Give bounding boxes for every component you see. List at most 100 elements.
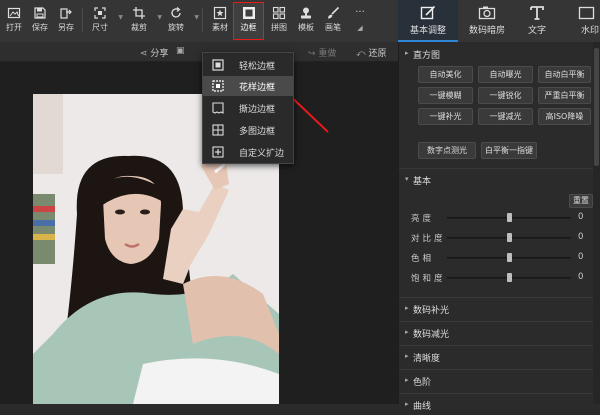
rotate-button[interactable]: 旋转 ▼	[162, 4, 199, 38]
adjustment-panel: ▸ 直方图 自动美化 自动曝光 自动白平衡 一键模糊 一键锐化 严重白平衡 一键…	[398, 42, 600, 412]
scrollbar-thumb[interactable]	[594, 48, 599, 166]
slider-thumb[interactable]	[507, 273, 512, 282]
clarity-section-header[interactable]: ▸ 清晰度	[399, 347, 593, 367]
save-as-icon	[59, 6, 73, 20]
collage-grid-icon	[272, 6, 286, 20]
collapse-arrow-icon: ▾	[405, 175, 409, 183]
size-label: 尺寸	[92, 23, 108, 32]
menu-item-fancy-border[interactable]: 花样边框	[203, 76, 293, 96]
text-t-icon	[528, 5, 546, 21]
compare-button[interactable]: ▣	[176, 46, 185, 56]
chevron-down-icon[interactable]: ▼	[194, 14, 199, 21]
one-click-fill-light-button[interactable]: 一键补光	[418, 108, 473, 125]
material-icon	[213, 6, 227, 20]
toolbar-divider	[82, 8, 83, 32]
auto-exposure-button[interactable]: 自动曝光	[478, 66, 533, 83]
chevron-down-icon[interactable]: ▼	[118, 14, 123, 21]
border-button[interactable]: 边框	[233, 2, 264, 40]
open-button[interactable]: 打开	[0, 4, 28, 38]
reset-button[interactable]: 重置	[569, 194, 593, 208]
tab-digital-darkroom[interactable]: 数码暗房	[458, 0, 516, 42]
auto-beautify-button[interactable]: 自动美化	[418, 66, 473, 83]
adjust-edit-icon	[419, 5, 437, 21]
spot-metering-button[interactable]: 数字点测光	[418, 142, 476, 159]
high-iso-denoise-button[interactable]: 高ISO降噪	[538, 108, 591, 125]
menu-item-easy-border[interactable]: 轻松边框	[203, 55, 293, 75]
tab-watermark[interactable]: 水印	[562, 0, 600, 42]
restore-button[interactable]: ⤺ 还原	[356, 46, 387, 59]
size-button[interactable]: 尺寸 ▼	[86, 4, 123, 38]
material-button[interactable]: 素材	[206, 4, 234, 38]
rotate-icon	[169, 6, 183, 20]
levels-section-header[interactable]: ▸ 色阶	[399, 371, 593, 391]
menu-item-custom-expand[interactable]: 自定义扩边	[203, 142, 293, 162]
tab-text[interactable]: 文字	[516, 0, 558, 42]
template-label: 模板	[298, 23, 314, 32]
share-button[interactable]: ⋖ 分享	[140, 46, 168, 59]
crop-button[interactable]: 裁剪 ▼	[125, 4, 162, 38]
material-label: 素材	[212, 23, 228, 32]
open-label: 打开	[6, 23, 22, 32]
section-divider	[399, 345, 593, 346]
digital-reduce-light-section-header[interactable]: ▸ 数码减光	[399, 323, 593, 343]
auto-white-balance-button[interactable]: 自动白平衡	[538, 66, 591, 83]
saturation-slider-row: 饱和度 0	[399, 270, 593, 286]
one-click-sharpen-button[interactable]: 一键锐化	[478, 87, 533, 104]
brush-icon	[326, 6, 340, 20]
menu-item-torn-border[interactable]: 撕边边框	[203, 98, 293, 118]
strict-white-balance-button[interactable]: 严重白平衡	[538, 87, 591, 104]
save-button[interactable]: 保存	[26, 4, 54, 38]
collage-button[interactable]: 拼图	[265, 4, 293, 38]
histogram-section-header[interactable]: ▸ 直方图	[399, 44, 593, 64]
canvas-action-bar: ⋖ 分享 ▣ ↪ 重做 ⤺ 还原	[0, 42, 398, 62]
resize-icon	[93, 6, 107, 20]
section-title: 色阶	[413, 378, 432, 388]
hue-slider-row: 色相 0	[399, 250, 593, 266]
basic-section-header[interactable]: ▾ 基本	[399, 170, 593, 190]
section-divider	[399, 168, 593, 169]
redo-label: 重做	[318, 49, 337, 59]
menu-item-label: 撕边边框	[239, 105, 276, 115]
tab-digital-darkroom-label: 数码暗房	[468, 26, 505, 36]
toolbar-divider	[202, 8, 203, 32]
tab-basic-adjust[interactable]: 基本调整	[398, 0, 458, 42]
restore-label: 还原	[368, 49, 387, 59]
panel-scrollbar[interactable]	[593, 42, 600, 404]
expand-arrow-icon: ▸	[405, 49, 409, 57]
share-label: 分享	[150, 49, 169, 59]
custom-frame-icon	[212, 146, 224, 158]
crop-label: 裁剪	[131, 23, 147, 32]
more-tools-button[interactable]: ··· ◢	[348, 4, 372, 38]
save-as-button[interactable]: 另存	[52, 4, 80, 38]
one-click-blur-button[interactable]: 一键模糊	[418, 87, 473, 104]
slider-label: 色相	[411, 254, 435, 264]
expand-arrow-icon: ▸	[405, 376, 409, 384]
basic-title: 基本	[413, 177, 432, 187]
section-divider	[399, 369, 593, 370]
compare-icon: ▣	[176, 46, 185, 56]
section-title: 数码补光	[413, 306, 450, 316]
camera-icon	[478, 5, 496, 21]
more-dots-icon: ···	[355, 7, 365, 18]
border-frame-icon	[242, 6, 256, 20]
panel-tab-bar: 基本调整 数码暗房 文字 水印	[398, 0, 600, 42]
template-button[interactable]: 模板	[292, 4, 320, 38]
section-title: 曲线	[413, 402, 432, 412]
section-divider	[399, 321, 593, 322]
slider-thumb[interactable]	[507, 233, 512, 242]
slider-thumb[interactable]	[507, 213, 512, 222]
brush-button[interactable]: 画笔	[319, 4, 347, 38]
white-balance-picker-button[interactable]: 白平衡一指键	[481, 142, 537, 159]
histogram-title: 直方图	[413, 51, 441, 61]
one-click-reduce-light-button[interactable]: 一键减光	[478, 108, 533, 125]
slider-thumb[interactable]	[507, 253, 512, 262]
redo-button[interactable]: ↪ 重做	[308, 46, 336, 59]
save-icon	[33, 6, 47, 20]
menu-item-multi-image-border[interactable]: 多图边框	[203, 120, 293, 140]
editing-canvas[interactable]	[0, 62, 398, 404]
border-label: 边框	[240, 23, 257, 32]
digital-fill-light-section-header[interactable]: ▸ 数码补光	[399, 299, 593, 319]
curves-section-header[interactable]: ▸ 曲线	[399, 395, 593, 415]
menu-item-label: 多图边框	[239, 127, 276, 137]
restore-icon: ⤺	[356, 49, 369, 59]
